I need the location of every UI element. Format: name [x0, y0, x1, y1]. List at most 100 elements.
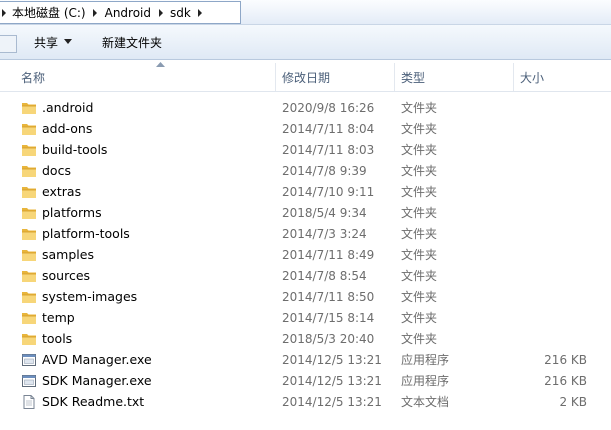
list-item[interactable]: platform-tools 2014/7/3 3:24 文件夹 — [0, 223, 611, 244]
file-date: 2018/5/4 9:34 — [282, 205, 367, 220]
list-item[interactable]: tools 2018/5/3 20:40 文件夹 — [0, 328, 611, 349]
list-item[interactable]: SDK Manager.exe 2014/12/5 13:21 应用程序 216 KB — [0, 370, 611, 391]
file-name-cell[interactable]: build-tools — [21, 139, 107, 160]
folder-icon — [21, 121, 37, 137]
organize-button-edge[interactable] — [0, 35, 17, 53]
file-name-cell[interactable]: platform-tools — [21, 223, 130, 244]
file-name: temp — [42, 310, 75, 325]
list-item[interactable]: sources 2014/7/8 8:54 文件夹 — [0, 265, 611, 286]
file-type: 文件夹 — [401, 101, 438, 115]
folder-icon — [21, 310, 37, 326]
chevron-right-icon[interactable] — [155, 2, 166, 23]
file-name-cell[interactable]: docs — [21, 160, 71, 181]
file-name: docs — [42, 163, 71, 178]
file-type: 文件夹 — [401, 269, 438, 283]
column-header-date[interactable]: 修改日期 — [276, 63, 395, 91]
address-bar: 本地磁盘 (C:) Android sdk — [0, 0, 611, 25]
column-header-row: 名称 修改日期 类型 大小 — [0, 62, 611, 92]
list-item[interactable]: SDK Readme.txt 2014/12/5 13:21 文本文档 2 KB — [0, 391, 611, 412]
file-name-cell[interactable]: AVD Manager.exe — [21, 349, 152, 370]
file-name: add-ons — [42, 121, 93, 136]
text-document-icon — [21, 394, 37, 410]
file-name-cell[interactable]: .android — [21, 97, 93, 118]
file-name-cell[interactable]: add-ons — [21, 118, 92, 139]
breadcrumb[interactable]: 本地磁盘 (C:) Android sdk — [0, 1, 241, 24]
file-name-cell[interactable]: SDK Readme.txt — [21, 391, 144, 412]
dropdown-arrow-icon — [64, 39, 73, 44]
file-name: SDK Readme.txt — [42, 394, 145, 409]
list-item[interactable]: temp 2014/7/15 8:14 文件夹 — [0, 307, 611, 328]
file-date: 2018/5/3 20:40 — [282, 331, 375, 346]
file-date: 2014/7/10 9:11 — [282, 184, 375, 199]
file-name-cell[interactable]: extras — [21, 181, 81, 202]
file-type: 文件夹 — [401, 227, 438, 241]
share-button-label: 共享 — [34, 35, 59, 50]
column-header-name[interactable]: 名称 — [15, 62, 276, 91]
file-type: 文件夹 — [401, 122, 438, 136]
file-name-cell[interactable]: platforms — [21, 202, 102, 223]
folder-icon — [21, 184, 37, 200]
file-name: AVD Manager.exe — [42, 352, 152, 367]
sort-ascending-icon — [156, 62, 165, 67]
file-date: 2014/7/15 8:14 — [282, 310, 375, 325]
list-item[interactable]: AVD Manager.exe 2014/12/5 13:21 应用程序 216 KB — [0, 349, 611, 370]
application-icon — [21, 373, 37, 389]
breadcrumb-item-android[interactable]: Android — [101, 2, 155, 23]
file-date: 2014/12/5 13:21 — [282, 373, 382, 388]
new-folder-button[interactable]: 新建文件夹 — [102, 32, 162, 52]
file-name: system-images — [42, 289, 138, 304]
list-item[interactable]: docs 2014/7/8 9:39 文件夹 — [0, 160, 611, 181]
file-date: 2014/7/3 3:24 — [282, 226, 367, 241]
file-type: 文件夹 — [401, 206, 438, 220]
file-type: 文件夹 — [401, 311, 438, 325]
list-item[interactable]: extras 2014/7/10 9:11 文件夹 — [0, 181, 611, 202]
list-item[interactable]: add-ons 2014/7/11 8:04 文件夹 — [0, 118, 611, 139]
application-icon — [21, 352, 37, 368]
file-type: 文件夹 — [401, 164, 438, 178]
file-date: 2014/7/11 8:49 — [282, 247, 375, 262]
column-header-size[interactable]: 大小 — [514, 63, 611, 91]
chevron-right-icon[interactable] — [195, 2, 206, 23]
list-item[interactable]: samples 2014/7/11 8:49 文件夹 — [0, 244, 611, 265]
breadcrumb-item-local-disk[interactable]: 本地磁盘 (C:) — [8, 2, 90, 23]
list-item[interactable]: .android 2020/9/8 16:26 文件夹 — [0, 97, 611, 118]
file-name: tools — [42, 331, 73, 346]
chevron-right-icon[interactable] — [0, 2, 8, 23]
file-name: platforms — [42, 205, 102, 220]
file-type: 应用程序 — [401, 374, 450, 388]
file-name-cell[interactable]: samples — [21, 244, 94, 265]
list-item[interactable]: build-tools 2014/7/11 8:03 文件夹 — [0, 139, 611, 160]
file-type: 文件夹 — [401, 248, 438, 262]
folder-icon — [21, 205, 37, 221]
file-type: 文件夹 — [401, 185, 438, 199]
file-date: 2014/7/11 8:03 — [282, 142, 375, 157]
chevron-right-icon[interactable] — [90, 2, 101, 23]
file-name-cell[interactable]: sources — [21, 265, 90, 286]
file-name-cell[interactable]: temp — [21, 307, 75, 328]
file-date: 2014/7/11 8:50 — [282, 289, 375, 304]
file-type: 文件夹 — [401, 143, 438, 157]
file-name: build-tools — [42, 142, 108, 157]
file-date: 2014/7/8 8:54 — [282, 268, 367, 283]
file-name: .android — [42, 100, 94, 115]
share-button[interactable]: 共享 — [34, 32, 73, 52]
file-name: extras — [42, 184, 82, 199]
file-name-cell[interactable]: SDK Manager.exe — [21, 370, 152, 391]
file-name: samples — [42, 247, 94, 262]
folder-icon — [21, 268, 37, 284]
file-name-cell[interactable]: tools — [21, 328, 72, 349]
column-header-type[interactable]: 类型 — [395, 63, 514, 91]
folder-icon — [21, 331, 37, 347]
folder-icon — [21, 163, 37, 179]
file-name: platform-tools — [42, 226, 130, 241]
file-date: 2014/12/5 13:21 — [282, 394, 382, 409]
folder-icon — [21, 247, 37, 263]
file-date: 2014/12/5 13:21 — [282, 352, 382, 367]
file-size: 216 KB — [544, 373, 587, 388]
breadcrumb-item-sdk[interactable]: sdk — [166, 2, 195, 23]
file-name-cell[interactable]: system-images — [21, 286, 137, 307]
folder-icon — [21, 289, 37, 305]
file-date: 2014/7/8 9:39 — [282, 163, 367, 178]
list-item[interactable]: system-images 2014/7/11 8:50 文件夹 — [0, 286, 611, 307]
list-item[interactable]: platforms 2018/5/4 9:34 文件夹 — [0, 202, 611, 223]
